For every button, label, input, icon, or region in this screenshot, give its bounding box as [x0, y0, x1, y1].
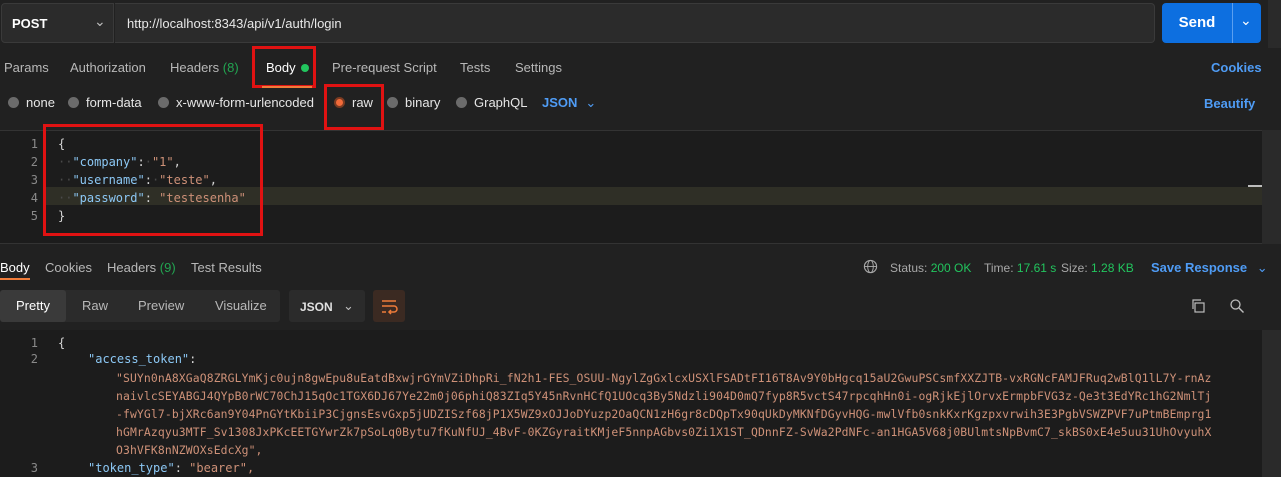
beautify-button[interactable]: Beautify	[1204, 96, 1255, 111]
request-bar: POST ⌄ http://localhost:8343/api/v1/auth…	[0, 0, 1281, 48]
response-format-select[interactable]: JSON ⌄	[289, 290, 365, 322]
json-key: "access_token"	[88, 352, 190, 366]
radio-circle	[456, 97, 467, 108]
search-icon[interactable]	[1229, 298, 1245, 314]
view-preview-button[interactable]: Preview	[138, 290, 184, 322]
view-visualize-button[interactable]: Visualize	[215, 290, 267, 322]
url-input[interactable]: http://localhost:8343/api/v1/auth/login	[115, 3, 1155, 43]
line-number: 3	[30, 461, 38, 475]
response-tab-body[interactable]: Body	[0, 260, 30, 275]
token-line: hGMrAzqyu3MTF_Sv1308JxPKcEETGYwrZk7pSoLq…	[116, 425, 1212, 439]
json-string: "bearer",	[189, 461, 255, 475]
globe-icon[interactable]	[863, 259, 878, 274]
radio-binary-label: binary	[405, 95, 441, 110]
active-tab-underline	[0, 278, 30, 280]
status-label: Status:	[890, 261, 928, 275]
response-tab-body-label: Body	[0, 260, 30, 275]
size-value: 1.28 KB	[1091, 261, 1134, 275]
radio-circle	[8, 97, 19, 108]
response-tab-test-results[interactable]: Test Results	[191, 260, 262, 275]
line-number: 1	[30, 336, 38, 350]
chevron-down-icon: ⌄	[585, 95, 597, 110]
scrollbar[interactable]	[1262, 330, 1281, 477]
view-pretty-button[interactable]: Pretty	[0, 290, 66, 322]
radio-form-data-label: form-data	[86, 95, 142, 110]
save-response-label: Save Response	[1151, 260, 1248, 275]
radio-none-label: none	[26, 95, 55, 110]
send-button[interactable]: Send ⌄	[1162, 3, 1261, 43]
url-value: http://localhost:8343/api/v1/auth/login	[127, 16, 342, 31]
line-number: 4	[30, 191, 38, 205]
response-body-viewer[interactable]: 1 2 3 { "access_token": "SUYn0nA8XGaQ8ZR…	[0, 330, 1262, 477]
tab-pre-request-script[interactable]: Pre-request Script	[332, 60, 437, 75]
status-indicator[interactable]: Status: 200 OK	[890, 261, 971, 275]
json-key: "token_type"	[88, 461, 175, 475]
radio-circle	[68, 97, 79, 108]
line-number: 2	[30, 155, 38, 169]
response-tab-headers-label: Headers	[107, 260, 157, 275]
chevron-down-icon: ⌄	[343, 298, 354, 313]
line-number: 5	[30, 209, 38, 223]
scrollbar[interactable]	[1262, 130, 1281, 244]
response-view-group: Pretty Raw Preview Visualize	[0, 290, 280, 322]
line-number: 2	[30, 352, 38, 366]
send-options-chevron-icon[interactable]: ⌄	[1240, 12, 1252, 29]
headers-count: (9)	[159, 260, 176, 275]
line-number: 3	[30, 173, 38, 187]
token-line: "SUYn0nA8XGaQ8ZRGLYmKjc0ujn8gwEpu8uEatdB…	[116, 371, 1212, 385]
status-value: 200 OK	[930, 261, 972, 275]
code-line: "access_token":	[88, 352, 197, 366]
time-indicator[interactable]: Time: 17.61 s	[984, 261, 1056, 275]
scrollbar[interactable]	[1268, 0, 1281, 48]
tab-params[interactable]: Params	[4, 60, 49, 75]
radio-circle	[158, 97, 169, 108]
response-format-label: JSON	[300, 300, 333, 314]
chevron-down-icon: ⌄	[94, 13, 106, 29]
line-number: 1	[30, 137, 38, 151]
tab-tests[interactable]: Tests	[460, 60, 490, 75]
response-tab-cookies[interactable]: Cookies	[45, 260, 92, 275]
token-line: O3hVFK8nNZWOXsEdcXg",	[116, 443, 263, 457]
size-indicator[interactable]: Size: 1.28 KB	[1061, 261, 1134, 275]
annotation-box-request-body	[43, 124, 263, 236]
copy-icon[interactable]	[1190, 298, 1206, 314]
save-response-button[interactable]: Save Response ⌄	[1151, 260, 1268, 276]
chevron-down-icon: ⌄	[1256, 260, 1268, 275]
response-tab-headers[interactable]: Headers (9)	[107, 260, 176, 275]
open-brace: {	[58, 336, 66, 350]
radio-urlencoded-label: x-www-form-urlencoded	[176, 95, 314, 110]
active-tab-underline	[262, 86, 312, 88]
token-line: naivlcSEYABGJ4QYpB0rWC70ChJ15qOc1TGX6DJ6…	[116, 389, 1212, 403]
tab-settings[interactable]: Settings	[515, 60, 562, 75]
tab-headers-label: Headers	[170, 60, 220, 75]
headers-count: (8)	[222, 60, 239, 75]
cursor-marker	[1248, 185, 1262, 187]
token-line: -fwYGl7-bjXRc6an9Y04PnGYtKbiiP3CjgnsEsvG…	[116, 407, 1212, 421]
cookies-link[interactable]: Cookies	[1211, 60, 1262, 75]
method-select[interactable]: POST ⌄	[1, 3, 114, 43]
radio-circle	[387, 97, 398, 108]
send-divider	[1232, 3, 1233, 43]
annotation-box-body-tab	[252, 46, 316, 88]
wrap-lines-icon	[382, 300, 398, 315]
size-label: Size:	[1061, 261, 1088, 275]
code-line: "token_type": "bearer",	[88, 461, 255, 475]
send-label: Send	[1178, 14, 1216, 31]
method-label: POST	[12, 16, 48, 31]
time-label: Time:	[984, 261, 1014, 275]
language-select[interactable]: JSON ⌄	[542, 95, 596, 111]
time-value: 17.61 s	[1016, 261, 1057, 275]
view-raw-button[interactable]: Raw	[82, 290, 108, 322]
tab-authorization[interactable]: Authorization	[70, 60, 146, 75]
language-label: JSON	[542, 95, 578, 110]
annotation-box-raw	[324, 84, 384, 130]
tab-headers[interactable]: Headers (8)	[170, 60, 239, 75]
wrap-lines-button[interactable]	[373, 290, 405, 322]
radio-graphql-label: GraphQL	[474, 95, 528, 110]
